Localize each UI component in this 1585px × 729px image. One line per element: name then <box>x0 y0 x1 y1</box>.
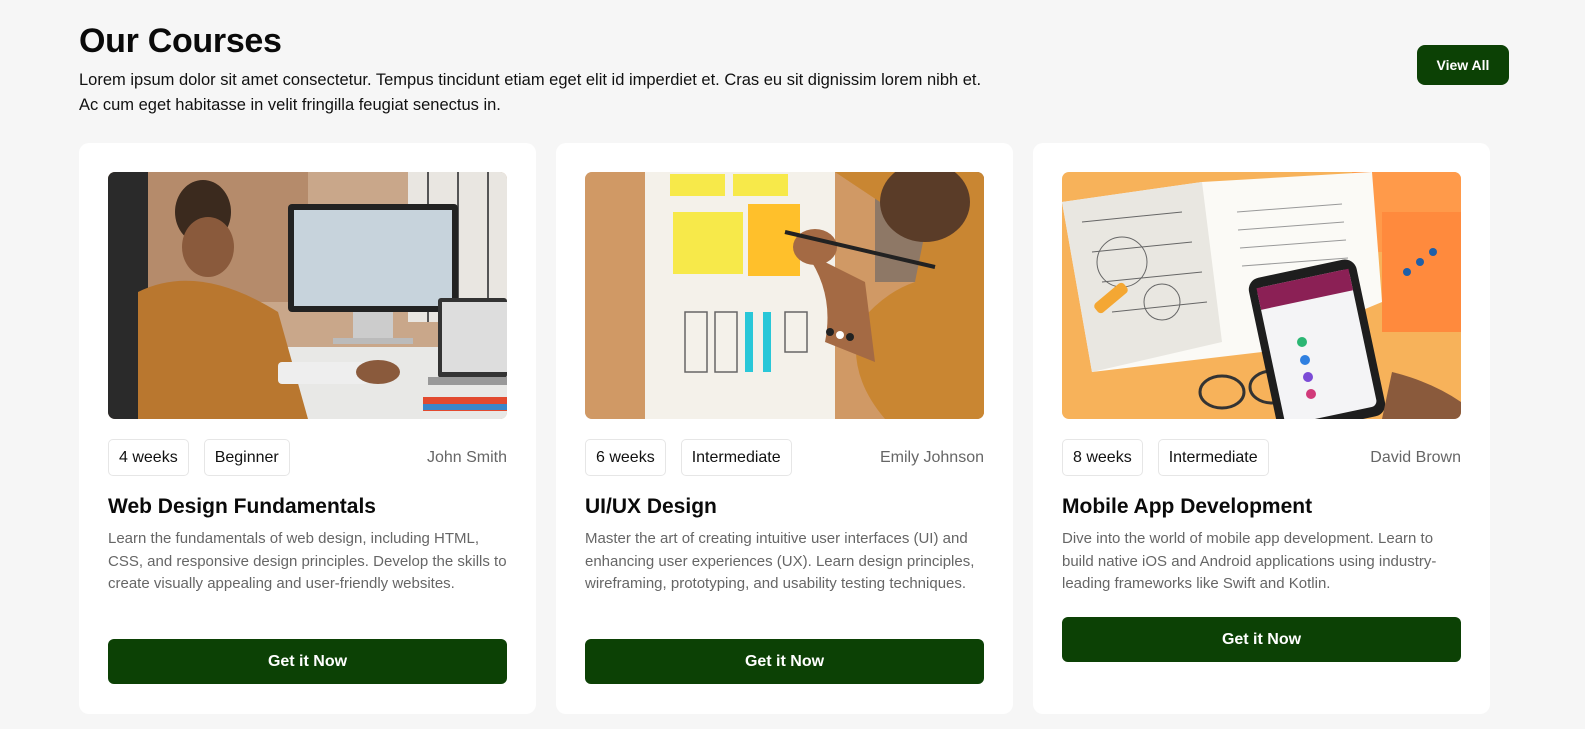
person-at-desktop-computer-photo <box>108 172 507 419</box>
course-title: UI/UX Design <box>585 495 717 518</box>
level-badge: Beginner <box>203 439 290 476</box>
level-badge: Intermediate <box>1157 439 1269 476</box>
level-badge: Intermediate <box>680 439 792 476</box>
duration-badge: 8 weeks <box>1062 439 1143 476</box>
get-it-now-button[interactable]: Get it Now <box>1062 617 1461 662</box>
course-card: 4 weeks Beginner John Smith Web Design F… <box>79 143 536 714</box>
course-title: Mobile App Development <box>1062 495 1313 518</box>
courses-section: Our Courses Lorem ipsum dolor sit amet c… <box>0 0 1585 729</box>
course-meta: 6 weeks Intermediate Emily Johnson <box>585 439 984 476</box>
instructor-name: Emily Johnson <box>879 448 984 466</box>
course-card: 6 weeks Intermediate Emily Johnson UI/UX… <box>556 143 1013 714</box>
course-description: Learn the fundamentals of web design, in… <box>108 530 507 592</box>
course-meta: 8 weeks Intermediate David Brown <box>1062 439 1461 476</box>
course-card: 8 weeks Intermediate David Brown Mobile … <box>1033 143 1490 714</box>
get-it-now-button[interactable]: Get it Now <box>585 639 984 684</box>
duration-badge: 4 weeks <box>108 439 189 476</box>
smartphone-and-notebook-photo <box>1062 172 1461 419</box>
section-header: Our Courses Lorem ipsum dolor sit amet c… <box>79 22 1509 118</box>
course-description: Dive into the world of mobile app develo… <box>1062 530 1437 592</box>
subtitle-line-2: Ac cum eget habitasse in velit fringilla… <box>79 96 501 114</box>
wireframe-sketching-photo <box>585 172 984 419</box>
subtitle-line-1: Lorem ipsum dolor sit amet consectetur. … <box>79 71 982 89</box>
course-meta: 4 weeks Beginner John Smith <box>108 439 507 476</box>
get-it-now-button[interactable]: Get it Now <box>108 639 507 684</box>
view-all-button[interactable]: View All <box>1417 45 1509 85</box>
course-title: Web Design Fundamentals <box>108 495 376 518</box>
course-description: Master the art of creating intuitive use… <box>585 530 975 592</box>
instructor-name: John Smith <box>426 448 507 466</box>
duration-badge: 6 weeks <box>585 439 666 476</box>
course-cards: 4 weeks Beginner John Smith Web Design F… <box>79 143 1490 714</box>
instructor-name: David Brown <box>1370 448 1461 466</box>
section-title: Our Courses <box>79 22 282 60</box>
section-subtitle: Lorem ipsum dolor sit amet consectetur. … <box>79 68 1079 118</box>
